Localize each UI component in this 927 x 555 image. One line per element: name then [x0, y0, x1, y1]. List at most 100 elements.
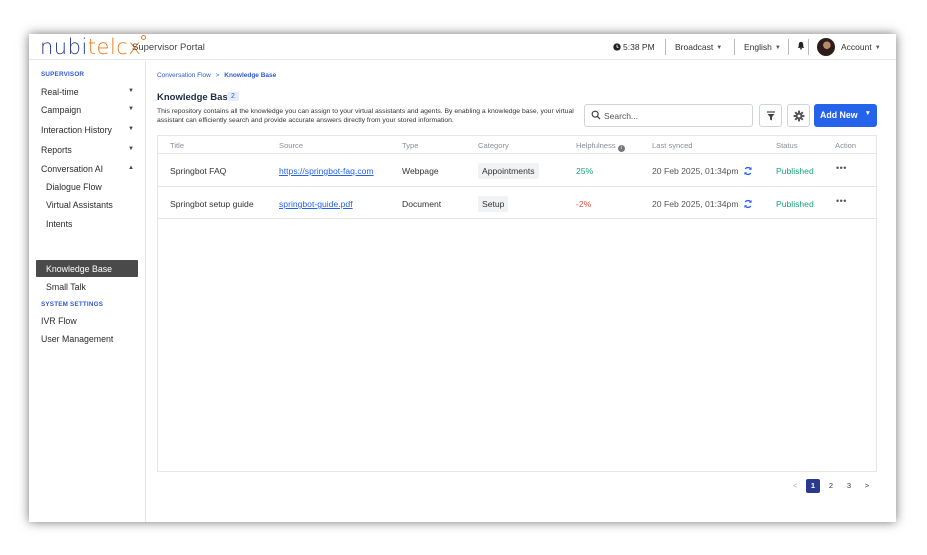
- sidebar-item-label: Reports: [41, 145, 72, 155]
- category-tag: Setup: [478, 196, 509, 212]
- chevron-down-icon: ▼: [128, 146, 134, 152]
- sidebar-item-user-management[interactable]: User Management: [41, 334, 137, 344]
- chevron-down-icon: ▼: [128, 106, 134, 112]
- search-icon: [591, 110, 601, 120]
- divider: [788, 39, 789, 55]
- column-header-title[interactable]: Title: [170, 141, 184, 150]
- breadcrumb-parent[interactable]: Conversation Flow: [157, 72, 211, 79]
- add-new-button[interactable]: Add New ▼: [814, 104, 877, 127]
- chevron-down-icon: ▼: [864, 110, 871, 117]
- cell-last-synced: 20 Feb 2025, 01:34pm: [652, 166, 753, 176]
- chevron-down-icon: ▼: [128, 88, 134, 94]
- sidebar-subitem-intents[interactable]: Intents: [46, 219, 72, 229]
- sidebar-subitem-dialogue-flow[interactable]: Dialogue Flow: [46, 182, 102, 192]
- breadcrumb-separator: >: [215, 72, 220, 79]
- cell-type: Document: [402, 199, 442, 209]
- divider: [665, 39, 666, 55]
- status-badge: Published: [776, 166, 814, 176]
- column-header-action: Action: [835, 141, 857, 150]
- more-actions-icon[interactable]: •••: [836, 196, 847, 206]
- sidebar-item-real-time[interactable]: Real-time ▼: [41, 87, 137, 97]
- clock: 5:38 PM: [613, 42, 655, 52]
- table-row[interactable]: Springbot FAQ https://springbot-faq.com …: [158, 153, 876, 186]
- table-header: Title Source Type Category Helpfulness i …: [158, 136, 876, 153]
- sidebar-item-label: Conversation AI: [41, 164, 104, 174]
- count-badge: 2: [227, 92, 239, 101]
- language-label: English: [744, 42, 772, 52]
- sidebar-item-reports[interactable]: Reports ▼: [41, 145, 137, 155]
- clock-time: 5:38 PM: [623, 42, 655, 52]
- breadcrumb-current: Knowledge Base: [224, 72, 277, 79]
- cell-helpfulness: 25%: [576, 166, 594, 176]
- filter-button[interactable]: [759, 104, 782, 127]
- info-icon[interactable]: i: [617, 145, 625, 152]
- chevron-down-icon: ▼: [774, 45, 781, 51]
- app-window: nubitelcx Supervisor Portal 5:38 PM Broa…: [29, 34, 896, 522]
- broadcast-label: Broadcast: [675, 42, 714, 52]
- main-content: Conversation Flow > Knowledge Base Knowl…: [147, 61, 896, 522]
- status-badge: Published: [776, 199, 814, 209]
- sidebar-item-label: Real-time: [41, 87, 79, 97]
- bell-icon: [797, 41, 805, 50]
- last-synced-text: 20 Feb 2025, 01:34pm: [652, 166, 739, 176]
- notifications-button[interactable]: [797, 41, 805, 52]
- sidebar-subitem-virtual-assistants[interactable]: Virtual Assistants: [46, 200, 113, 210]
- page-description: This repository contains all the knowled…: [157, 108, 574, 125]
- knowledge-base-table: Title Source Type Category Helpfulness i …: [157, 135, 877, 472]
- column-header-status[interactable]: Status: [776, 141, 798, 150]
- search-box[interactable]: [584, 104, 753, 127]
- cell-source-link[interactable]: https://springbot-faq.com: [279, 166, 374, 176]
- search-input[interactable]: [604, 109, 744, 123]
- cell-title: Springbot setup guide: [170, 199, 254, 209]
- column-header-type[interactable]: Type: [402, 141, 418, 150]
- sidebar-item-campaign[interactable]: Campaign ▼: [41, 105, 137, 115]
- sidebar-item-interaction-history[interactable]: Interaction History ▼: [41, 125, 137, 135]
- cell-last-synced: 20 Feb 2025, 01:34pm: [652, 199, 753, 209]
- pagination-page-2[interactable]: 2: [824, 479, 838, 493]
- sidebar-item-label: Interaction History: [41, 125, 112, 135]
- sidebar-item-label: Campaign: [41, 105, 82, 115]
- logo: nubitelcx: [40, 35, 147, 59]
- pagination-page-1[interactable]: 1: [806, 479, 820, 493]
- settings-button[interactable]: [787, 104, 810, 127]
- chevron-down-icon: ▼: [128, 126, 134, 132]
- pagination-page-3[interactable]: 3: [842, 479, 856, 493]
- last-synced-text: 20 Feb 2025, 01:34pm: [652, 199, 739, 209]
- divider: [734, 39, 735, 55]
- broadcast-dropdown[interactable]: Broadcast ▼: [675, 42, 722, 52]
- column-header-category[interactable]: Category: [478, 141, 509, 150]
- sidebar-subitem-knowledge-base[interactable]: Knowledge Base: [46, 264, 112, 274]
- table-row[interactable]: Springbot setup guide springbot-guide.pd…: [158, 186, 876, 219]
- pagination-prev-button[interactable]: <: [788, 479, 802, 493]
- more-actions-icon[interactable]: •••: [836, 163, 847, 173]
- portal-title: Supervisor Portal: [132, 42, 205, 53]
- add-new-label: Add New: [820, 110, 858, 120]
- cell-helpfulness: -2%: [576, 199, 592, 209]
- cell-source-link[interactable]: springbot-guide.pdf: [279, 199, 353, 209]
- logo-text-nubi: nubi: [40, 35, 88, 59]
- category-tag: Appointments: [478, 163, 539, 179]
- breadcrumb: Conversation Flow > Knowledge Base: [157, 72, 276, 79]
- cell-title: Springbot FAQ: [170, 166, 227, 176]
- account-label: Account: [841, 42, 872, 52]
- clock-icon: [613, 43, 621, 51]
- account-dropdown[interactable]: Account ▼: [841, 42, 881, 52]
- cell-type: Webpage: [402, 166, 439, 176]
- sidebar-subitem-small-talk[interactable]: Small Talk: [46, 282, 86, 292]
- chevron-up-icon: ▲: [128, 165, 134, 171]
- page-title: Knowledge Base: [157, 92, 234, 103]
- divider: [808, 39, 809, 55]
- column-header-helpfulness-label: Helpfulness: [576, 141, 616, 150]
- sidebar-item-ivr-flow[interactable]: IVR Flow: [41, 316, 137, 326]
- sidebar-item-conversation-ai[interactable]: Conversation AI ▲: [41, 164, 137, 174]
- sync-icon[interactable]: [743, 199, 753, 209]
- filter-icon: [767, 111, 775, 121]
- column-header-last-synced[interactable]: Last synced: [652, 141, 693, 150]
- column-header-source[interactable]: Source: [279, 141, 303, 150]
- column-header-helpfulness[interactable]: Helpfulness i: [576, 141, 625, 152]
- sync-icon[interactable]: [743, 166, 753, 176]
- avatar[interactable]: [817, 38, 835, 56]
- sidebar: SUPERVISOR Real-time ▼ Campaign ▼ Interact…: [29, 61, 146, 522]
- language-dropdown[interactable]: English ▼: [744, 42, 781, 52]
- pagination-next-button[interactable]: >: [860, 479, 874, 493]
